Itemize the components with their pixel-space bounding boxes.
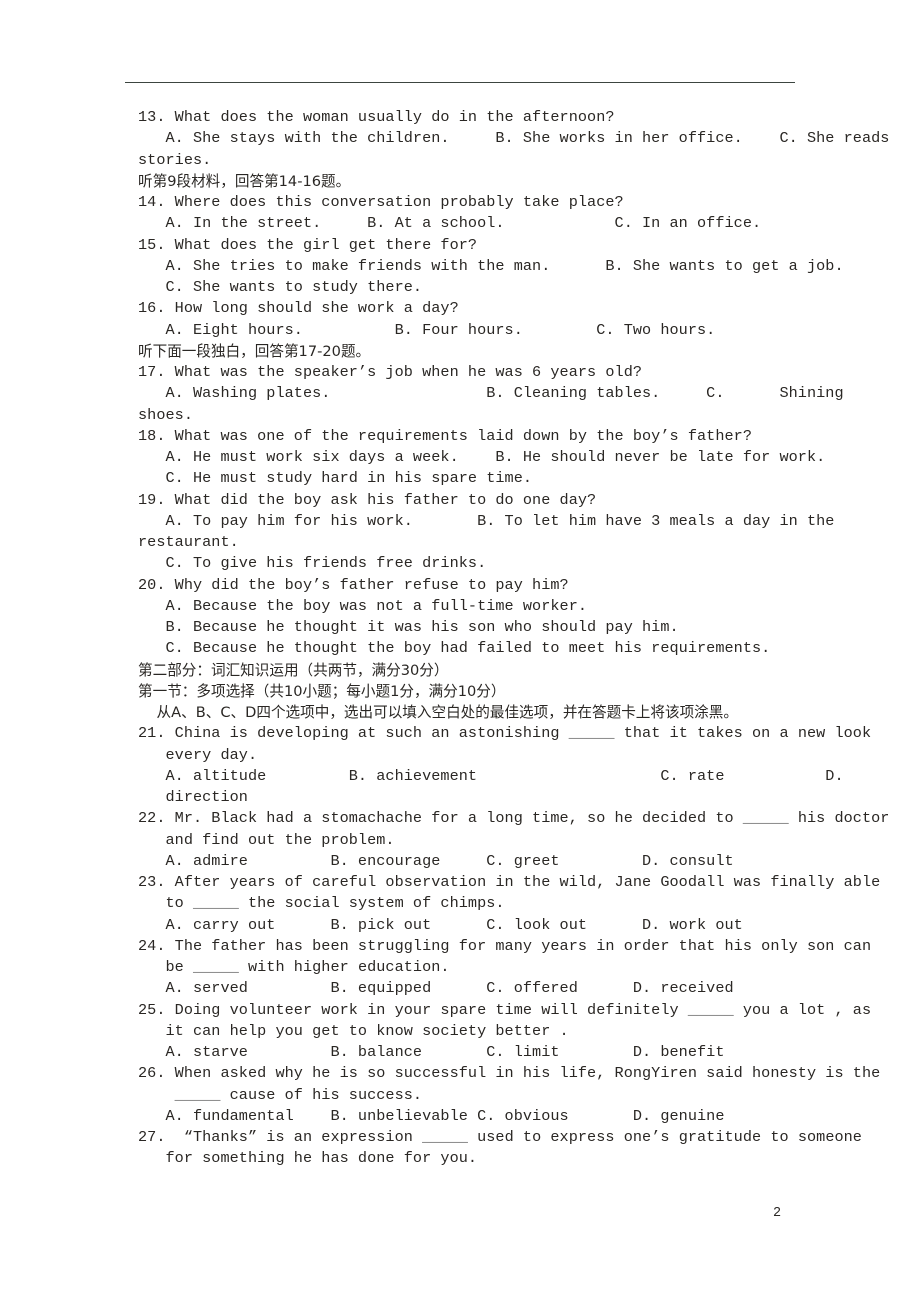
text-line-q21-options-a: A. altitude B. achievement C. rate D. — [138, 766, 844, 785]
text-line-q14-options: A. In the street. B. At a school. C. In … — [138, 214, 762, 233]
blank-field: _____ — [174, 1085, 221, 1104]
exam-page: 13. What does the woman usually do in th… — [0, 0, 920, 1302]
text-line-q23-stem-a: 23. After years of careful observation i… — [138, 873, 881, 891]
page-number: 2 — [772, 1206, 782, 1221]
header-divider-rule — [125, 82, 795, 83]
text-line-q17-options-b: shoes. — [138, 405, 193, 424]
text-line-q15-options-b: C. She wants to study there. — [138, 278, 423, 296]
text-line-q15-options-a: A. She tries to make friends with the ma… — [138, 256, 844, 275]
text-line-listen-monologue: 听下面一段独白，回答第17-20题。 — [138, 342, 371, 360]
blank-field: _____ — [192, 958, 239, 976]
text-line-section1-direction: 从A、B、C、D四个选项中，选出可以填入空白处的最佳选项，并在答题卡上将该项涂黑… — [138, 704, 738, 721]
text-line-q24-stem-a: 24. The father has been struggling for m… — [138, 936, 872, 955]
text-line-q18-options-a: A. He must work six days a week. B. He s… — [138, 448, 826, 466]
text-line-q24-stem-b: be _____ with higher education. — [138, 958, 450, 976]
text-line-q21-stem-b: every day. — [138, 745, 258, 764]
text-line-q23-options: A. carry out B. pick out C. look out D. … — [138, 915, 743, 934]
text-line-q19-options-c: C. To give his friends free drinks. — [138, 554, 487, 573]
text-line-q22-stem-a: 22. Mr. Black had a stomachache for a lo… — [138, 809, 890, 828]
text-line-q21-options-b: direction — [138, 788, 248, 806]
text-line-q25-stem-b: it can help you get to know society bett… — [138, 1021, 569, 1040]
text-line-q20-option-b: B. Because he thought it was his son who… — [138, 618, 679, 636]
text-line-listen-9: 听第9段材料，回答第14-16题。 — [138, 172, 351, 190]
text-line-q27-stem-b: for something he has done for you. — [138, 1149, 478, 1168]
text-line-q19-options-a: A. To pay him for his work. B. To let hi… — [138, 511, 835, 530]
text-line-q22-stem-b: and find out the problem. — [138, 830, 395, 849]
text-line-q14-stem: 14. Where does this conversation probabl… — [138, 193, 624, 211]
text-line-q18-options-b: C. He must study hard in his spare time. — [138, 469, 533, 488]
blank-field: _____ — [192, 894, 239, 913]
text-line-q16-options: A. Eight hours. B. Four hours. C. Two ho… — [138, 320, 716, 339]
blank-field: _____ — [687, 1000, 734, 1019]
text-line-q27-stem-a: 27. “Thanks” is an expression _____ used… — [138, 1128, 862, 1146]
blank-field: _____ — [568, 724, 615, 743]
text-line-q25-options: A. starve B. balance C. limit D. benefit — [138, 1043, 725, 1061]
text-line-q13-stem: 13. What does the woman usually do in th… — [138, 108, 615, 126]
text-line-part2-heading: 第二部分：词汇知识运用（共两节，满分30分） — [138, 661, 449, 679]
text-line-q20-option-a: A. Because the boy was not a full-time w… — [138, 596, 588, 615]
text-line-q26-stem-b: _____ cause of his success. — [174, 1085, 423, 1104]
blank-field: _____ — [422, 1128, 468, 1146]
text-line-q20-stem: 20. Why did the boy’s father refuse to p… — [138, 575, 569, 594]
text-line-q26-stem-a: 26. When asked why he is so successful i… — [138, 1064, 881, 1083]
text-line-q17-options-a: A. Washing plates. B. Cleaning tables. C… — [138, 384, 844, 403]
text-line-q15-stem: 15. What does the girl get there for? — [138, 235, 478, 254]
text-line-q13-options-a: A. She stays with the children. B. She w… — [138, 129, 890, 148]
text-line-q19-stem: 19. What did the boy ask his father to d… — [138, 490, 597, 509]
text-line-q20-option-c: C. Because he thought the boy had failed… — [138, 639, 771, 658]
text-line-q13-options-b: stories. — [138, 150, 212, 169]
text-line-q21-stem-a: 21. China is developing at such an aston… — [138, 724, 872, 743]
text-line-q25-stem-a: 25. Doing volunteer work in your spare t… — [138, 1000, 872, 1019]
text-line-q18-stem: 18. What was one of the requirements lai… — [138, 426, 752, 445]
text-line-q26-options: A. fundamental B. unbelievable C. obviou… — [138, 1106, 725, 1125]
exam-body-text: 13. What does the woman usually do in th… — [138, 107, 890, 1170]
text-line-q22-options: A. admire B. encourage C. greet D. consu… — [138, 851, 734, 870]
text-line-q17-stem: 17. What was the speaker’s job when he w… — [138, 363, 643, 381]
blank-field: _____ — [742, 809, 789, 828]
text-line-q23-stem-b: to _____ the social system of chimps. — [138, 894, 505, 913]
text-line-q24-options: A. served B. equipped C. offered D. rece… — [138, 979, 734, 998]
text-line-q19-options-b: restaurant. — [138, 533, 239, 551]
text-line-section1-heading: 第一节：多项选择（共10小题；每小题1分，满分10分） — [138, 682, 506, 700]
text-line-q16-stem: 16. How long should she work a day? — [138, 299, 459, 318]
